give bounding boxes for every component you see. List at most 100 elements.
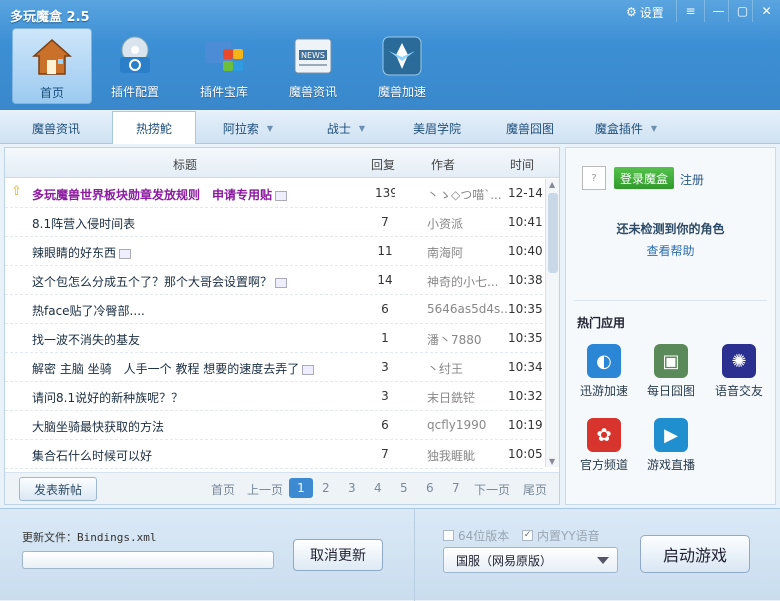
title-toolbar: 多玩魔盒 2.5 ⚙ 设置 ≡ — ▢ ✕ 首页 插件配置 插件宝库 NEWS … <box>0 0 780 110</box>
register-link[interactable]: 注册 <box>680 171 704 188</box>
app-label: 官方频道 <box>579 458 628 472</box>
thread-author[interactable]: 5646as5d4s... <box>427 302 507 316</box>
server-value: 国服（网易原版） <box>456 553 553 568</box>
page-6[interactable]: 6 <box>426 481 434 495</box>
table-row[interactable]: 大脑坐骑最快获取的方法 6 qcfly1990 10:19 <box>5 411 543 440</box>
divider <box>574 300 767 301</box>
start-game-button[interactable]: 启动游戏 <box>640 535 750 573</box>
thread-title[interactable]: 辣眼睛的好东西 <box>32 244 362 261</box>
thread-author[interactable]: 末日銑铓 <box>427 389 507 406</box>
table-row[interactable]: 热face贴了冷臀部.... 6 5646as5d4s... 10:35 <box>5 295 543 324</box>
tab-wow-funny[interactable]: 魔兽囧图 <box>482 112 578 144</box>
tab-hot[interactable]: 热捞鮀 <box>112 111 196 144</box>
nav-wow-news[interactable]: NEWS 魔兽资讯 <box>273 28 353 104</box>
thread-time: 10:41 <box>508 215 543 229</box>
thread-title[interactable]: 请问8.1说好的新种族呢？？ <box>32 389 362 406</box>
thread-author[interactable]: 小资派 <box>427 215 507 232</box>
chevron-down-icon: ▼ <box>358 123 366 133</box>
server-select[interactable]: 国服（网易原版） <box>443 547 618 573</box>
thread-author[interactable]: 独我睚眦 <box>427 447 507 464</box>
scroll-thumb[interactable] <box>548 193 558 273</box>
nav-plugin-config[interactable]: 插件配置 <box>95 28 175 104</box>
tab-plugins[interactable]: 魔盒插件 ▼ <box>578 112 674 144</box>
table-row[interactable]: 集合石什么时候可以好 7 独我睚眦 10:05 <box>5 440 543 469</box>
table-row[interactable]: 解密 主脑 坐骑 人手一个 教程 想要的速度去弄了 3 丶纣王 10:34 <box>5 353 543 382</box>
image-icon <box>119 248 132 259</box>
tab-warrior[interactable]: 战士 ▼ <box>300 112 392 144</box>
table-row[interactable]: 找一波不消失的基友 1 潘丶7880 10:35 <box>5 324 543 353</box>
table-row[interactable]: 8.1阵营入侵时间表 7 小资派 10:41 <box>5 208 543 237</box>
app-live-stream[interactable]: ▶ 游戏直播 <box>641 418 701 473</box>
table-row[interactable]: 请问8.1说好的新种族呢？？ 3 末日銑铓 10:32 <box>5 382 543 411</box>
app-voice-chat[interactable]: ✺ 语音交友 <box>709 344 769 399</box>
table-row[interactable]: ⇧ 多玩魔兽世界板块勋章发放规则 申请专用贴 139 丶ゝ◇つ喵`... 12-14 <box>5 179 543 208</box>
thread-author[interactable]: 南海阿 <box>427 244 507 261</box>
pagination: 发表新帖 首页 上一页 1 2 3 4 5 6 7 下一页 尾页 <box>5 472 559 504</box>
thread-time: 10:19 <box>508 418 543 432</box>
chevron-down-icon <box>597 557 609 564</box>
thread-title[interactable]: 热face贴了冷臀部.... <box>32 302 362 319</box>
login-label: 登录魔盒 <box>619 171 668 186</box>
thread-replies: 3 <box>381 360 389 374</box>
nav-plugin-store[interactable]: 插件宝库 <box>184 28 264 104</box>
opt-64bit-checkbox[interactable]: 64位版本 <box>443 527 509 544</box>
nav-plugin-config-label: 插件配置 <box>110 85 159 99</box>
page-5[interactable]: 5 <box>400 481 408 495</box>
thread-title[interactable]: 找一波不消失的基友 <box>32 331 362 348</box>
checkbox-box <box>443 530 454 541</box>
help-link[interactable]: 查看帮助 <box>566 242 775 259</box>
nav-wow-accel[interactable]: 魔兽加速 <box>362 28 442 104</box>
tab-beauty-academy[interactable]: 美眉学院 <box>392 112 482 144</box>
thread-title-text: 大脑坐骑最快获取的方法 <box>32 420 165 434</box>
table-row[interactable]: 辣眼睛的好东西 11 南海阿 10:40 <box>5 237 543 266</box>
close-icon: ✕ <box>761 4 772 18</box>
page-4[interactable]: 4 <box>374 481 382 495</box>
tab-arathor[interactable]: 阿拉索 ▼ <box>196 112 300 144</box>
login-button[interactable]: 登录魔盒 <box>614 167 674 189</box>
thread-title[interactable]: 8.1阵营入侵时间表 <box>32 215 362 232</box>
settings-button[interactable]: ⚙ 设置 <box>626 3 664 21</box>
window-title: 多玩魔盒 2.5 <box>10 10 90 25</box>
thread-author[interactable]: 丶纣王 <box>427 360 507 377</box>
skin-button[interactable]: ≡ <box>676 0 704 22</box>
page-2[interactable]: 2 <box>322 481 330 495</box>
thread-author[interactable]: qcfly1990 <box>427 418 507 432</box>
first-page-link[interactable]: 首页 <box>211 481 235 498</box>
header-time: 时间 <box>510 158 535 172</box>
thread-author[interactable]: 潘丶7880 <box>427 331 507 348</box>
official-icon: ✿ <box>587 418 621 452</box>
app-label: 迅游加速 <box>579 384 628 398</box>
thread-title[interactable]: 大脑坐骑最快获取的方法 <box>32 418 362 435</box>
close-button[interactable]: ✕ <box>752 0 780 22</box>
thread-title-text: 热face贴了冷臀部.... <box>32 304 145 318</box>
opt-yy-checkbox[interactable]: ✓ 内置YY语音 <box>522 527 600 544</box>
table-row[interactable]: 这个包怎么分成五个了？那个大哥会设置啊？ 14 神奇的小七... 10:38 <box>5 266 543 295</box>
app-official-channel[interactable]: ✿ 官方频道 <box>574 418 634 473</box>
disc-gear-icon <box>113 34 157 78</box>
next-page-link[interactable]: 下一页 <box>474 481 510 498</box>
scroll-down-icon[interactable]: ▼ <box>549 457 555 466</box>
xunyou-icon: ◐ <box>587 344 621 378</box>
tab-wow-news[interactable]: 魔兽资讯 <box>0 112 112 144</box>
thread-title[interactable]: 多玩魔兽世界板块勋章发放规则 申请专用贴 <box>32 186 362 203</box>
thread-author[interactable]: 神奇的小七... <box>427 273 507 290</box>
page-3[interactable]: 3 <box>348 481 356 495</box>
thread-title[interactable]: 这个包怎么分成五个了？那个大哥会设置啊？ <box>32 273 362 290</box>
last-page-link[interactable]: 尾页 <box>523 481 547 498</box>
thread-title[interactable]: 解密 主脑 坐骑 人手一个 教程 想要的速度去弄了 <box>32 360 362 377</box>
app-xunyou[interactable]: ◐ 迅游加速 <box>574 344 634 399</box>
tab-label: 魔兽资讯 <box>31 121 80 136</box>
cancel-update-button[interactable]: 取消更新 <box>293 539 383 571</box>
thread-title-text: 多玩魔兽世界板块勋章发放规则 申请专用贴 <box>32 188 273 202</box>
app-daily-funny[interactable]: ▣ 每日囧图 <box>641 344 701 399</box>
thread-author[interactable]: 丶ゝ◇つ喵`... <box>427 186 507 203</box>
prev-page-link[interactable]: 上一页 <box>247 481 283 498</box>
page-7[interactable]: 7 <box>452 481 460 495</box>
thread-title[interactable]: 集合石什么时候可以好 <box>32 447 362 464</box>
page-1[interactable]: 1 <box>289 478 313 498</box>
nav-home[interactable]: 首页 <box>12 28 92 104</box>
vertical-scrollbar[interactable]: ▲ ▼ <box>545 179 559 467</box>
new-post-button[interactable]: 发表新帖 <box>19 477 97 501</box>
app-label: 游戏直播 <box>646 458 695 472</box>
scroll-up-icon[interactable]: ▲ <box>549 180 555 189</box>
